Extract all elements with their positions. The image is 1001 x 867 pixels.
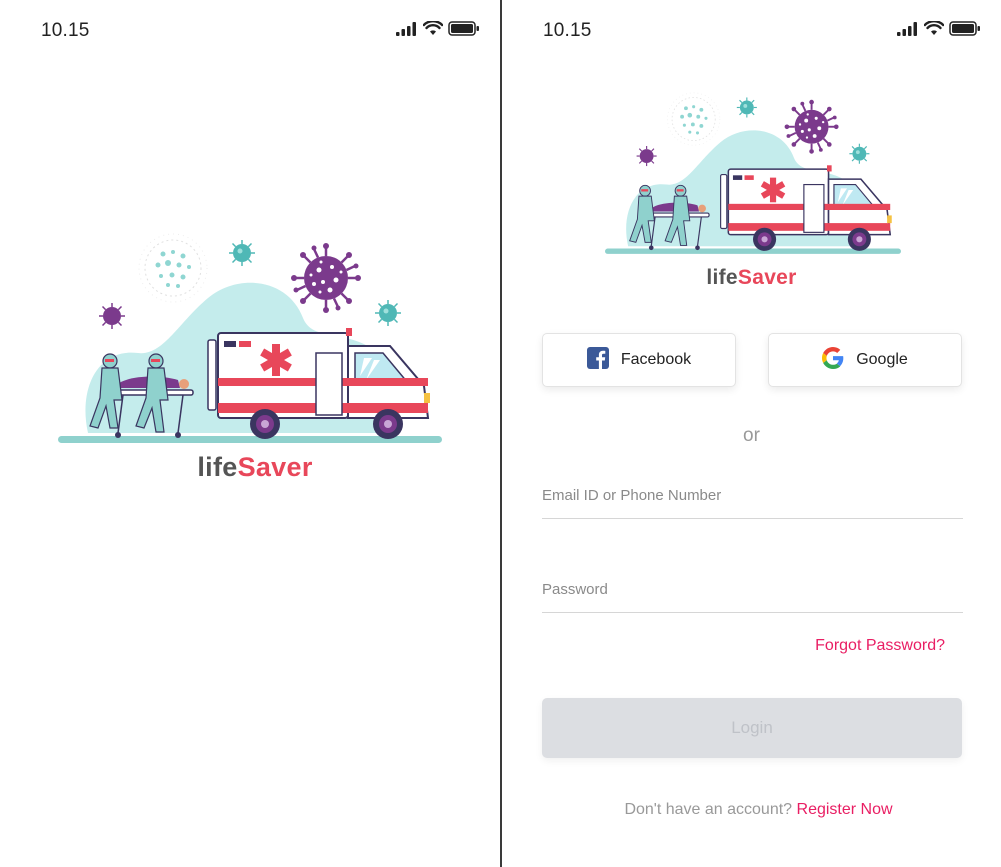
status-icons bbox=[897, 21, 981, 36]
login-button[interactable]: Login bbox=[542, 698, 962, 758]
google-label: Google bbox=[856, 351, 908, 368]
status-time: 10.15 bbox=[543, 20, 592, 41]
brand-life: life bbox=[706, 266, 738, 289]
brand-saver: Saver bbox=[737, 266, 797, 289]
wifi-icon bbox=[423, 21, 443, 36]
password-input[interactable] bbox=[542, 573, 963, 606]
register-prompt: Don't have an account? bbox=[624, 801, 793, 818]
battery-icon bbox=[949, 21, 981, 36]
or-separator: or bbox=[743, 425, 760, 446]
app-logo: lifeSaver bbox=[502, 266, 1001, 290]
signal-icon bbox=[396, 21, 418, 36]
brand-saver: Saver bbox=[237, 452, 313, 482]
facebook-label: Facebook bbox=[620, 351, 692, 368]
status-bar: 10.15 bbox=[502, 18, 1001, 44]
app-logo: lifeSaver bbox=[0, 452, 500, 483]
register-now-link[interactable]: Register Now bbox=[797, 801, 893, 818]
forgot-password-link[interactable]: Forgot Password? bbox=[815, 637, 945, 655]
signal-icon bbox=[897, 21, 919, 36]
google-login-button[interactable]: Google bbox=[768, 333, 962, 387]
brand-life: life bbox=[197, 452, 238, 482]
password-field-container bbox=[542, 573, 963, 613]
ambulance-illustration bbox=[605, 88, 901, 258]
facebook-login-button[interactable]: Facebook bbox=[542, 333, 736, 387]
battery-icon bbox=[448, 21, 480, 36]
status-icons bbox=[396, 21, 480, 36]
register-row: Don't have an account? Register Now bbox=[502, 801, 1001, 819]
email-input[interactable] bbox=[542, 479, 963, 512]
facebook-icon bbox=[586, 346, 609, 374]
ambulance-illustration bbox=[58, 228, 442, 448]
status-time: 10.15 bbox=[41, 20, 90, 41]
google-icon bbox=[822, 346, 844, 374]
splash-screen: 10.15 lifeSaver bbox=[0, 0, 500, 867]
email-field-container bbox=[542, 479, 963, 519]
status-bar: 10.15 bbox=[0, 18, 500, 44]
wifi-icon bbox=[924, 21, 944, 36]
login-screen: 10.15 lifeSaver Facebook Google or Email… bbox=[502, 0, 1001, 867]
